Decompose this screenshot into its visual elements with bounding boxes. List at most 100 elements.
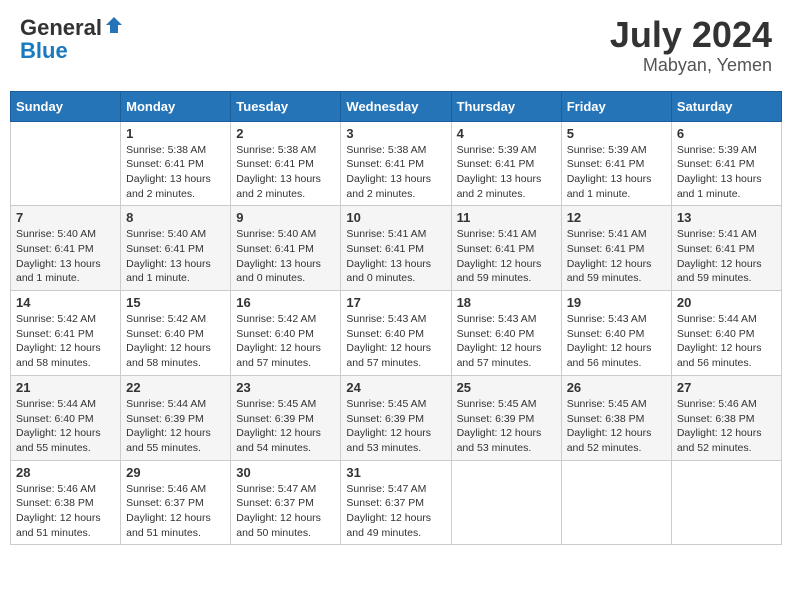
day-cell: 27Sunrise: 5:46 AMSunset: 6:38 PMDayligh… — [671, 375, 781, 460]
day-cell: 4 Sunrise: 5:39 AMSunset: 6:41 PMDaylight… — [451, 121, 561, 206]
day-cell: 22Sunrise: 5:44 AMSunset: 6:39 PMDayligh… — [121, 375, 231, 460]
day-number: 12 — [567, 210, 666, 225]
day-info: Sunrise: 5:45 AMSunset: 6:38 PMDaylight:… — [567, 397, 666, 456]
day-number: 25 — [457, 380, 556, 395]
logo-icon — [104, 15, 124, 35]
day-info: Sunrise: 5:47 AMSunset: 6:37 PMDaylight:… — [346, 482, 445, 541]
day-info: Sunrise: 5:40 AMSunset: 6:41 PMDaylight:… — [16, 227, 115, 286]
day-cell: 12 Sunrise: 5:41 AMSunset: 6:41 PMDayligh… — [561, 206, 671, 291]
day-cell: 31Sunrise: 5:47 AMSunset: 6:37 PMDayligh… — [341, 460, 451, 545]
day-cell: 11 Sunrise: 5:41 AMSunset: 6:41 PMDayligh… — [451, 206, 561, 291]
day-number: 8 — [126, 210, 225, 225]
day-info: Sunrise: 5:43 AMSunset: 6:40 PMDaylight:… — [346, 312, 445, 371]
day-number: 21 — [16, 380, 115, 395]
day-info: Sunrise: 5:39 AMSunset: 6:41 PMDaylight:… — [567, 143, 666, 202]
day-info: Sunrise: 5:38 AMSunset: 6:41 PMDaylight:… — [236, 143, 335, 202]
day-number: 11 — [457, 210, 556, 225]
day-number: 5 — [567, 126, 666, 141]
calendar-title: July 2024 — [610, 15, 772, 55]
day-cell: 6 Sunrise: 5:39 AMSunset: 6:41 PMDaylight… — [671, 121, 781, 206]
day-cell: 17Sunrise: 5:43 AMSunset: 6:40 PMDayligh… — [341, 291, 451, 376]
day-info: Sunrise: 5:41 AMSunset: 6:41 PMDaylight:… — [567, 227, 666, 286]
day-cell: 13 Sunrise: 5:41 AMSunset: 6:41 PMDayligh… — [671, 206, 781, 291]
day-number: 6 — [677, 126, 776, 141]
page-header: General Blue July 2024 Mabyan, Yemen — [10, 10, 782, 81]
day-number: 10 — [346, 210, 445, 225]
day-cell: 1 Sunrise: 5:38 AMSunset: 6:41 PMDaylight… — [121, 121, 231, 206]
week-row-2: 7 Sunrise: 5:40 AMSunset: 6:41 PMDaylight… — [11, 206, 782, 291]
title-block: July 2024 Mabyan, Yemen — [610, 15, 772, 76]
day-cell: 18Sunrise: 5:43 AMSunset: 6:40 PMDayligh… — [451, 291, 561, 376]
header-sunday: Sunday — [11, 91, 121, 121]
day-cell: 16Sunrise: 5:42 AMSunset: 6:40 PMDayligh… — [231, 291, 341, 376]
day-cell: 24 Sunrise: 5:45 AMSunset: 6:39 PMDayligh… — [341, 375, 451, 460]
day-number: 24 — [346, 380, 445, 395]
header-tuesday: Tuesday — [231, 91, 341, 121]
day-number: 4 — [457, 126, 556, 141]
day-number: 15 — [126, 295, 225, 310]
day-info: Sunrise: 5:44 AMSunset: 6:40 PMDaylight:… — [677, 312, 776, 371]
header-monday: Monday — [121, 91, 231, 121]
day-info: Sunrise: 5:42 AMSunset: 6:41 PMDaylight:… — [16, 312, 115, 371]
day-info: Sunrise: 5:41 AMSunset: 6:41 PMDaylight:… — [346, 227, 445, 286]
week-row-3: 14 Sunrise: 5:42 AMSunset: 6:41 PMDayligh… — [11, 291, 782, 376]
day-info: Sunrise: 5:46 AMSunset: 6:38 PMDaylight:… — [677, 397, 776, 456]
day-info: Sunrise: 5:38 AMSunset: 6:41 PMDaylight:… — [346, 143, 445, 202]
day-info: Sunrise: 5:39 AMSunset: 6:41 PMDaylight:… — [457, 143, 556, 202]
day-info: Sunrise: 5:39 AMSunset: 6:41 PMDaylight:… — [677, 143, 776, 202]
day-cell: 25 Sunrise: 5:45 AMSunset: 6:39 PMDayligh… — [451, 375, 561, 460]
day-info: Sunrise: 5:44 AMSunset: 6:40 PMDaylight:… — [16, 397, 115, 456]
calendar-location: Mabyan, Yemen — [610, 55, 772, 76]
header-thursday: Thursday — [451, 91, 561, 121]
day-cell: 29Sunrise: 5:46 AMSunset: 6:37 PMDayligh… — [121, 460, 231, 545]
day-info: Sunrise: 5:46 AMSunset: 6:38 PMDaylight:… — [16, 482, 115, 541]
day-cell: 28Sunrise: 5:46 AMSunset: 6:38 PMDayligh… — [11, 460, 121, 545]
day-cell: 19 Sunrise: 5:43 AMSunset: 6:40 PMDayligh… — [561, 291, 671, 376]
day-number: 7 — [16, 210, 115, 225]
day-info: Sunrise: 5:40 AMSunset: 6:41 PMDaylight:… — [126, 227, 225, 286]
day-info: Sunrise: 5:45 AMSunset: 6:39 PMDaylight:… — [346, 397, 445, 456]
day-info: Sunrise: 5:40 AMSunset: 6:41 PMDaylight:… — [236, 227, 335, 286]
day-number: 3 — [346, 126, 445, 141]
day-cell — [451, 460, 561, 545]
day-cell: 21 Sunrise: 5:44 AMSunset: 6:40 PMDayligh… — [11, 375, 121, 460]
day-cell: 7 Sunrise: 5:40 AMSunset: 6:41 PMDaylight… — [11, 206, 121, 291]
logo: General Blue — [20, 15, 124, 63]
logo-general: General — [20, 15, 102, 40]
calendar-table: SundayMondayTuesdayWednesdayThursdayFrid… — [10, 91, 782, 546]
day-number: 1 — [126, 126, 225, 141]
day-number: 18 — [457, 295, 556, 310]
header-saturday: Saturday — [671, 91, 781, 121]
day-cell: 15 Sunrise: 5:42 AMSunset: 6:40 PMDayligh… — [121, 291, 231, 376]
day-info: Sunrise: 5:45 AMSunset: 6:39 PMDaylight:… — [457, 397, 556, 456]
day-number: 13 — [677, 210, 776, 225]
day-info: Sunrise: 5:41 AMSunset: 6:41 PMDaylight:… — [677, 227, 776, 286]
week-row-4: 21 Sunrise: 5:44 AMSunset: 6:40 PMDayligh… — [11, 375, 782, 460]
day-cell: 9 Sunrise: 5:40 AMSunset: 6:41 PMDaylight… — [231, 206, 341, 291]
day-cell: 26Sunrise: 5:45 AMSunset: 6:38 PMDayligh… — [561, 375, 671, 460]
day-info: Sunrise: 5:44 AMSunset: 6:39 PMDaylight:… — [126, 397, 225, 456]
day-cell: 10 Sunrise: 5:41 AMSunset: 6:41 PMDayligh… — [341, 206, 451, 291]
header-wednesday: Wednesday — [341, 91, 451, 121]
day-info: Sunrise: 5:38 AMSunset: 6:41 PMDaylight:… — [126, 143, 225, 202]
day-number: 9 — [236, 210, 335, 225]
day-info: Sunrise: 5:42 AMSunset: 6:40 PMDaylight:… — [126, 312, 225, 371]
day-info: Sunrise: 5:43 AMSunset: 6:40 PMDaylight:… — [567, 312, 666, 371]
day-number: 2 — [236, 126, 335, 141]
day-cell — [671, 460, 781, 545]
day-cell — [11, 121, 121, 206]
logo-blue: Blue — [20, 38, 68, 63]
day-cell: 5 Sunrise: 5:39 AMSunset: 6:41 PMDaylight… — [561, 121, 671, 206]
day-number: 20 — [677, 295, 776, 310]
day-info: Sunrise: 5:45 AMSunset: 6:39 PMDaylight:… — [236, 397, 335, 456]
day-number: 19 — [567, 295, 666, 310]
day-number: 23 — [236, 380, 335, 395]
day-info: Sunrise: 5:41 AMSunset: 6:41 PMDaylight:… — [457, 227, 556, 286]
week-row-1: 1 Sunrise: 5:38 AMSunset: 6:41 PMDaylight… — [11, 121, 782, 206]
day-info: Sunrise: 5:42 AMSunset: 6:40 PMDaylight:… — [236, 312, 335, 371]
day-cell: 3 Sunrise: 5:38 AMSunset: 6:41 PMDaylight… — [341, 121, 451, 206]
day-number: 14 — [16, 295, 115, 310]
day-number: 30 — [236, 465, 335, 480]
day-cell: 8 Sunrise: 5:40 AMSunset: 6:41 PMDaylight… — [121, 206, 231, 291]
day-cell: 30Sunrise: 5:47 AMSunset: 6:37 PMDayligh… — [231, 460, 341, 545]
